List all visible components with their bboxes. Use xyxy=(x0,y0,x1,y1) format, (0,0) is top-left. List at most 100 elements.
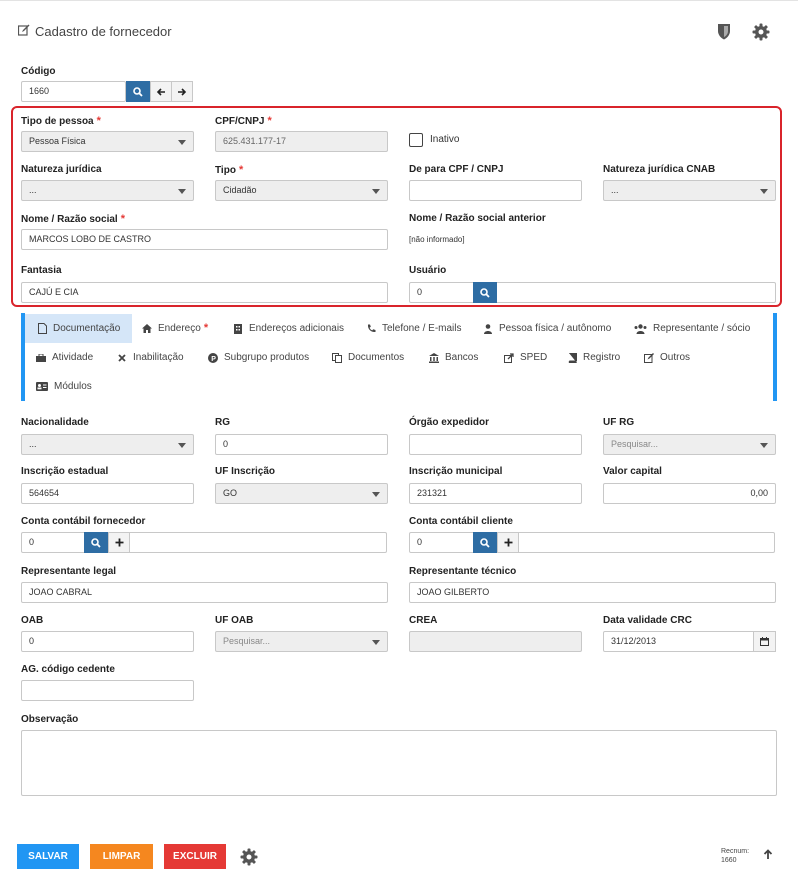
tab-telefone[interactable]: Telefone / E-mails xyxy=(366,314,461,343)
codigo-search-button[interactable] xyxy=(126,81,150,102)
tab-endereco[interactable]: Endereço * xyxy=(142,314,208,343)
tab-atividade[interactable]: Atividade xyxy=(36,343,93,372)
valor-capital-input[interactable]: 0,00 xyxy=(603,483,776,504)
chevron-down-icon xyxy=(178,140,186,145)
tipo-label: Tipo * xyxy=(215,164,244,176)
tab-enderecos-adicionais[interactable]: Endereços adicionais xyxy=(233,314,344,343)
oab-input[interactable]: 0 xyxy=(21,631,194,652)
copy-icon xyxy=(332,352,342,363)
insc-estadual-label: Inscrição estadual xyxy=(21,466,109,477)
book-icon xyxy=(567,352,577,363)
calendar-icon xyxy=(760,637,769,646)
search-icon xyxy=(480,287,490,298)
conta-fornecedor-label: Conta contábil fornecedor xyxy=(21,516,146,527)
page-title: Cadastro de fornecedor xyxy=(17,24,172,39)
tab-pessoa-fisica[interactable]: Pessoa física / autônomo xyxy=(483,314,611,343)
times-icon xyxy=(117,353,127,363)
conta-cliente-input[interactable]: 0 xyxy=(409,532,775,553)
crea-label: CREA xyxy=(409,615,438,626)
plus-icon xyxy=(504,538,512,547)
user-icon xyxy=(483,323,493,334)
usuario-search-button[interactable] xyxy=(473,282,497,303)
tipo-pessoa-label: Tipo de pessoa * xyxy=(21,115,101,127)
nome-anterior-value: [não informado] xyxy=(409,235,465,244)
tab-modulos[interactable]: Módulos xyxy=(36,372,92,401)
gear-icon[interactable] xyxy=(240,848,258,869)
gear-icon[interactable] xyxy=(752,23,770,44)
tipo-select[interactable]: Cidadão xyxy=(215,180,388,201)
briefcase-icon xyxy=(36,353,46,363)
observacao-label: Observação xyxy=(21,714,79,725)
tab-inabilitacao[interactable]: Inabilitação xyxy=(117,343,184,372)
cpf-cnpj-input[interactable]: 625.431.177-17 xyxy=(215,131,388,152)
de-para-input[interactable] xyxy=(409,180,582,201)
next-record-button[interactable] xyxy=(171,81,193,102)
insc-municipal-input[interactable]: 231321 xyxy=(409,483,582,504)
uf-oab-select[interactable]: Pesquisar... xyxy=(215,631,388,652)
data-crc-label: Data validade CRC xyxy=(603,615,692,626)
arrow-up-icon[interactable] xyxy=(763,849,773,863)
oab-label: OAB xyxy=(21,615,44,626)
tab-subgrupo-produtos[interactable]: P Subgrupo produtos xyxy=(208,343,309,372)
tab-documentacao[interactable]: Documentação xyxy=(25,314,133,343)
arrow-left-icon xyxy=(156,87,165,96)
calendar-button[interactable] xyxy=(753,631,776,652)
insc-estadual-input[interactable]: 564654 xyxy=(21,483,194,504)
rep-legal-label: Representante legal xyxy=(21,566,117,577)
inativo-checkbox[interactable] xyxy=(409,133,423,147)
observacao-textarea[interactable] xyxy=(21,730,777,796)
users-icon xyxy=(634,323,647,334)
uf-inscricao-label: UF Inscrição xyxy=(215,466,276,477)
excluir-button[interactable]: EXCLUIR xyxy=(164,844,226,869)
rg-input[interactable]: 0 xyxy=(215,434,388,455)
id-card-icon xyxy=(36,382,48,392)
recnum-info: Recnum: 1660 xyxy=(721,847,749,865)
uf-rg-select[interactable]: Pesquisar... xyxy=(603,434,776,455)
conta-cliente-add-button[interactable] xyxy=(497,532,519,553)
orgao-input[interactable] xyxy=(409,434,582,455)
natureza-juridica-select[interactable]: ... xyxy=(21,180,194,201)
nome-anterior-label: Nome / Razão social anterior xyxy=(409,213,546,224)
search-icon xyxy=(91,537,101,548)
chevron-down-icon xyxy=(760,443,768,448)
limpar-button[interactable]: LIMPAR xyxy=(90,844,153,869)
chevron-down-icon xyxy=(760,189,768,194)
conta-cliente-search-button[interactable] xyxy=(473,532,497,553)
tab-representante[interactable]: Representante / sócio xyxy=(634,314,750,343)
rep-tecnico-input[interactable]: JOAO GILBERTO xyxy=(409,582,776,603)
file-icon xyxy=(37,323,47,334)
crea-input[interactable] xyxy=(409,631,582,652)
building-icon xyxy=(233,323,243,334)
natureza-cnab-select[interactable]: ... xyxy=(603,180,776,201)
tab-outros[interactable]: Outros xyxy=(644,343,690,372)
codigo-label: Código xyxy=(21,66,56,77)
edit-icon xyxy=(644,352,654,363)
chevron-down-icon xyxy=(372,640,380,645)
prev-record-button[interactable] xyxy=(150,81,172,102)
nacionalidade-select[interactable]: ... xyxy=(21,434,194,455)
phone-icon xyxy=(366,324,376,334)
conta-fornecedor-search-button[interactable] xyxy=(84,532,108,553)
rep-tecnico-label: Representante técnico xyxy=(409,566,517,577)
conta-fornecedor-input[interactable]: 0 xyxy=(21,532,387,553)
fantasia-input[interactable]: CAJÚ E CIA xyxy=(21,282,388,303)
tab-sped[interactable]: SPED xyxy=(504,343,547,372)
usuario-label: Usuário xyxy=(409,265,447,276)
ag-cedente-input[interactable] xyxy=(21,680,194,701)
orgao-label: Órgão expedidor xyxy=(409,417,490,428)
svg-text:P: P xyxy=(211,355,216,362)
salvar-button[interactable]: SALVAR xyxy=(17,844,79,869)
search-icon xyxy=(133,86,143,97)
data-crc-input[interactable]: 31/12/2013 xyxy=(603,631,776,652)
shield-icon[interactable] xyxy=(717,23,731,43)
nome-input[interactable]: MARCOS LOBO DE CASTRO xyxy=(21,229,388,250)
tab-documentos[interactable]: Documentos xyxy=(332,343,404,372)
tab-registro[interactable]: Registro xyxy=(567,343,620,372)
uf-inscricao-select[interactable]: GO xyxy=(215,483,388,504)
tipo-pessoa-select[interactable]: Pessoa Física xyxy=(21,131,194,152)
codigo-input[interactable]: 1660 xyxy=(21,81,126,102)
usuario-input[interactable]: 0 xyxy=(409,282,776,303)
conta-fornecedor-add-button[interactable] xyxy=(108,532,130,553)
rep-legal-input[interactable]: JOAO CABRAL xyxy=(21,582,388,603)
tab-bancos[interactable]: Bancos xyxy=(429,343,478,372)
